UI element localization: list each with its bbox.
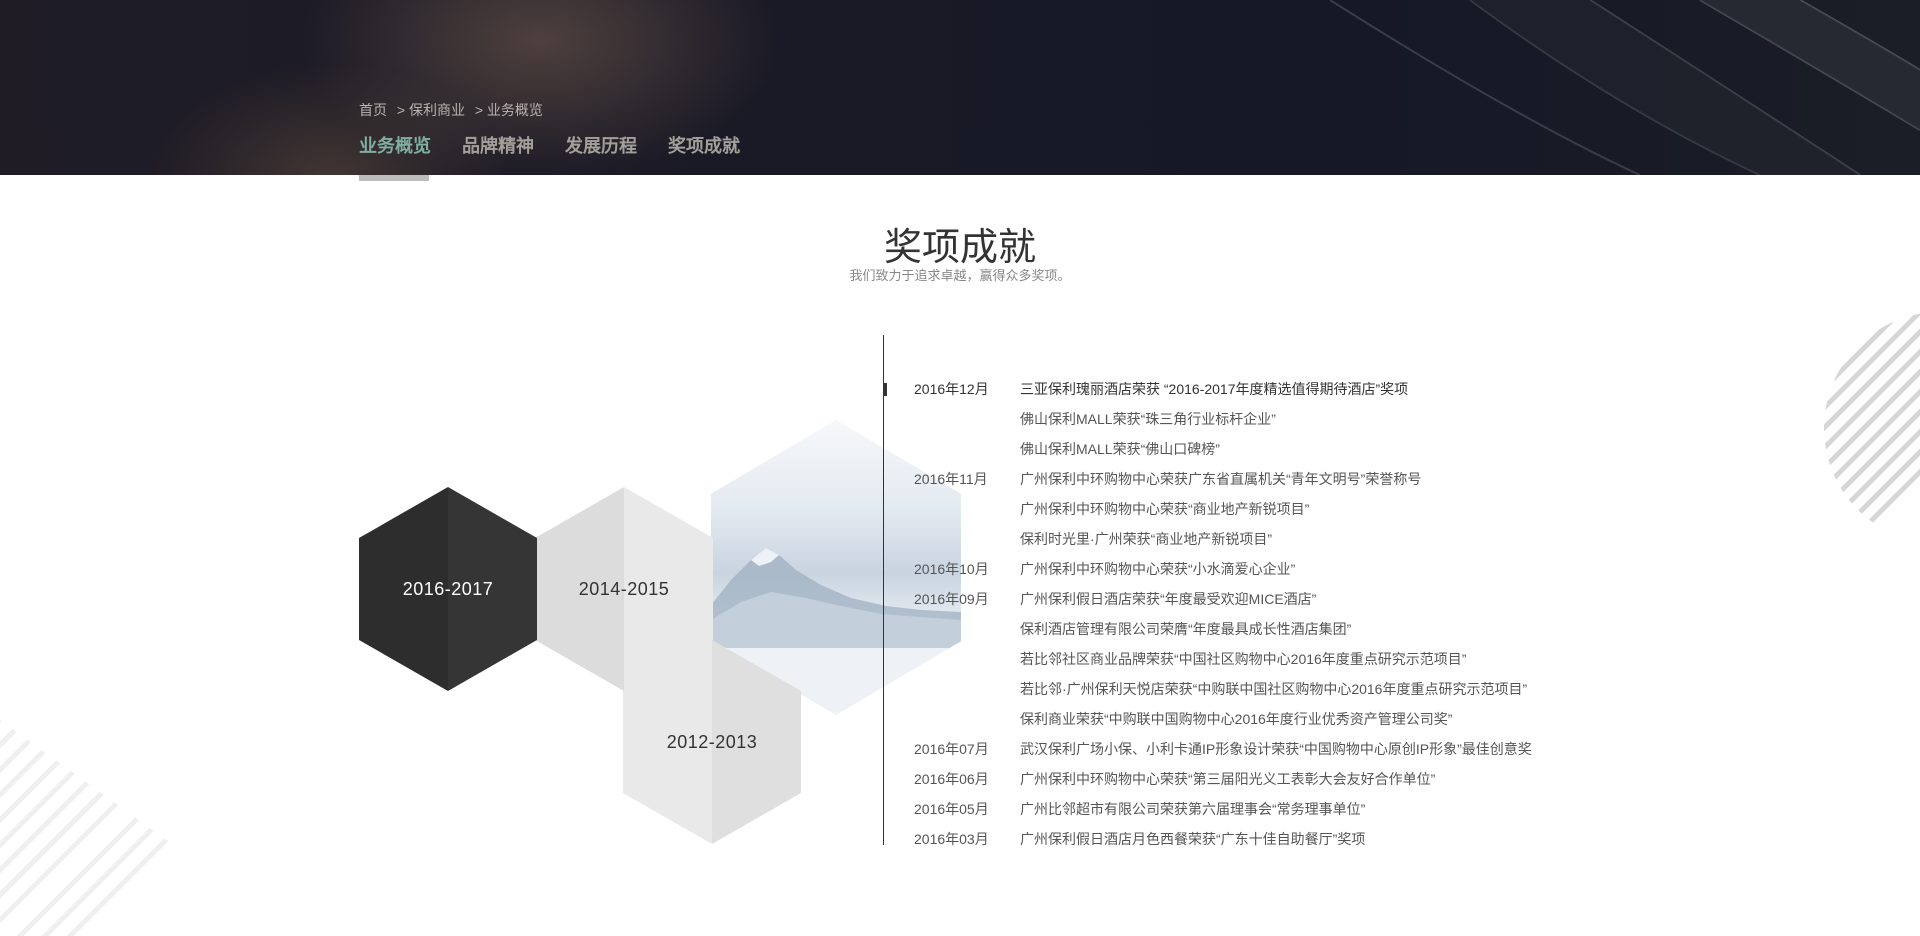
timeline-marker: [883, 383, 887, 396]
year-tab-2016-2017[interactable]: 2016-2017: [359, 487, 537, 691]
award-row: 保利时光里·广州荣获“商业地产新锐项目”: [914, 524, 1674, 554]
banner-curves-decoration: [1329, 0, 1920, 175]
award-text: 广州保利中环购物中心荣获“小水滴爱心企业”: [1020, 561, 1296, 577]
award-date: 2016年09月: [914, 591, 989, 607]
award-date: 2016年07月: [914, 741, 989, 757]
award-row: 2016年10月 广州保利中环购物中心荣获“小水滴爱心企业”: [914, 554, 1674, 584]
year-label: 2016-2017: [402, 578, 494, 599]
award-row: 若比邻社区商业品牌荣获“中国社区购物中心2016年度重点研究示范项目”: [914, 644, 1674, 674]
award-row: 保利酒店管理有限公司荣膺“年度最具成长性酒店集团”: [914, 614, 1674, 644]
header-banner: 首页 > 保利商业 > 业务概览 业务概览 品牌精神 发展历程 奖项成就: [0, 0, 1920, 175]
award-text: 若比邻·广州保利天悦店荣获“中购联中国社区购物中心2016年度重点研究示范项目”: [1020, 681, 1528, 697]
award-text: 佛山保利MALL荣获“佛山口碑榜”: [1020, 441, 1220, 457]
award-row: 2016年05月 广州比邻超市有限公司荣获第六届理事会“常务理事单位”: [914, 794, 1674, 824]
award-text: 广州保利中环购物中心荣获“商业地产新锐项目”: [1020, 501, 1310, 517]
award-row: 2016年11月 广州保利中环购物中心荣获广东省直属机关“青年文明号”荣誉称号: [914, 464, 1674, 494]
award-row: 广州保利中环购物中心荣获“商业地产新锐项目”: [914, 494, 1674, 524]
award-row: 佛山保利MALL荣获“佛山口碑榜”: [914, 434, 1674, 464]
award-row: 2016年12月 三亚保利瑰丽酒店荣获 “2016-2017年度精选值得期待酒店”…: [914, 374, 1674, 404]
section-title: 奖项成就: [883, 227, 1036, 269]
year-label: 2012-2013: [666, 731, 758, 752]
section-subtitle: 我们致力于追求卓越，赢得众多奖项。: [849, 268, 1071, 283]
award-text: 广州保利假日酒店月色西餐荣获“广东十佳自助餐厅”奖项: [1020, 831, 1366, 847]
active-tab-indicator: [359, 175, 429, 181]
award-text: 广州比邻超市有限公司荣获第六届理事会“常务理事单位”: [1020, 801, 1366, 817]
award-row: 若比邻·广州保利天悦店荣获“中购联中国社区购物中心2016年度重点研究示范项目”: [914, 674, 1674, 704]
tab-awards[interactable]: 奖项成就: [668, 132, 740, 175]
award-text: 若比邻社区商业品牌荣获“中国社区购物中心2016年度重点研究示范项目”: [1020, 651, 1467, 667]
award-date: 2016年10月: [914, 561, 989, 577]
tab-business-overview[interactable]: 业务概览: [359, 132, 431, 175]
stripes-corner-decoration: [0, 720, 300, 936]
breadcrumb-business-overview[interactable]: > 业务概览: [475, 102, 543, 118]
award-text: 保利酒店管理有限公司荣膺“年度最具成长性酒店集团”: [1020, 621, 1352, 637]
award-text: 佛山保利MALL荣获“珠三角行业标杆企业”: [1020, 411, 1276, 427]
award-row: 2016年03月 广州保利假日酒店月色西餐荣获“广东十佳自助餐厅”奖项: [914, 824, 1674, 854]
section-tabs: 业务概览 品牌精神 发展历程 奖项成就: [359, 132, 740, 175]
award-text: 武汉保利广场小保、小利卡通IP形象设计荣获“中国购物中心原创IP形象”最佳创意奖: [1020, 741, 1532, 757]
award-text: 广州保利中环购物中心荣获“第三届阳光义工表彰大会友好合作单位”: [1020, 771, 1436, 787]
award-text: 保利时光里·广州荣获“商业地产新锐项目”: [1020, 531, 1272, 547]
tab-development-history[interactable]: 发展历程: [565, 132, 637, 175]
breadcrumb-home[interactable]: 首页: [359, 102, 387, 118]
award-text: 广州保利中环购物中心荣获广东省直属机关“青年文明号”荣誉称号: [1020, 471, 1422, 487]
award-text: 保利商业荣获“中购联中国购物中心2016年度行业优秀资产管理公司奖”: [1020, 711, 1453, 727]
award-date: 2016年03月: [914, 831, 989, 847]
breadcrumb-poly-commercial[interactable]: > 保利商业: [397, 102, 465, 118]
award-row: 保利商业荣获“中购联中国购物中心2016年度行业优秀资产管理公司奖”: [914, 704, 1674, 734]
award-date: 2016年12月: [914, 381, 989, 397]
award-text: 三亚保利瑰丽酒店荣获 “2016-2017年度精选值得期待酒店”奖项: [1020, 381, 1409, 397]
timeline-line: [883, 335, 884, 845]
year-label: 2014-2015: [578, 578, 670, 599]
award-date: 2016年05月: [914, 801, 989, 817]
tab-brand-spirit[interactable]: 品牌精神: [462, 132, 534, 175]
award-row: 佛山保利MALL荣获“珠三角行业标杆企业”: [914, 404, 1674, 434]
award-row: 2016年09月 广州保利假日酒店荣获“年度最受欢迎MICE酒店”: [914, 584, 1674, 614]
award-date: 2016年11月: [914, 471, 988, 487]
breadcrumb: 首页 > 保利商业 > 业务概览: [359, 100, 549, 120]
award-text: 广州保利假日酒店荣获“年度最受欢迎MICE酒店”: [1020, 591, 1317, 607]
award-date: 2016年06月: [914, 771, 989, 787]
award-row: 2016年06月 广州保利中环购物中心荣获“第三届阳光义工表彰大会友好合作单位”: [914, 764, 1674, 794]
stripes-circle-decoration: [1824, 312, 1920, 544]
award-row: 2016年07月 武汉保利广场小保、小利卡通IP形象设计荣获“中国购物中心原创IP…: [914, 734, 1674, 764]
